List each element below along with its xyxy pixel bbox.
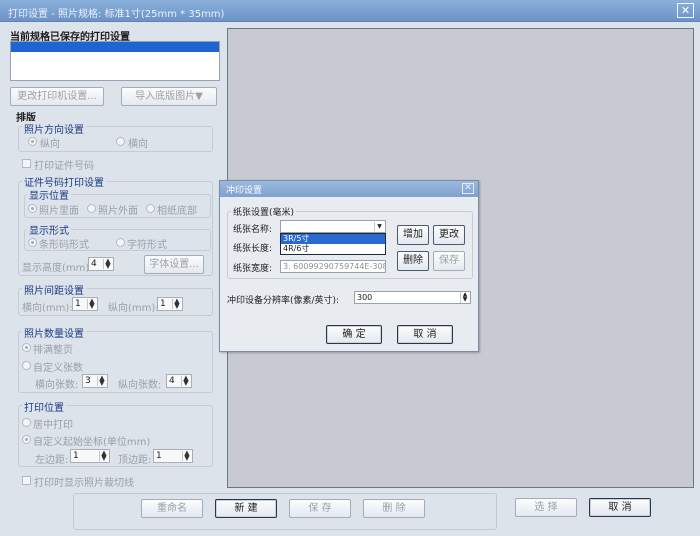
top-margin-stepper[interactable]: 1 ▲ ▼ xyxy=(153,449,193,463)
dialog-cancel-button[interactable]: 取 消 xyxy=(397,325,453,344)
rename-button[interactable]: 重命名 xyxy=(141,499,203,518)
dialog-close-icon[interactable]: ✕ xyxy=(462,183,474,194)
pos-bottom-radio[interactable] xyxy=(146,204,155,213)
custom-count-radio[interactable] xyxy=(22,361,31,370)
stepper-arrows-icon[interactable]: ▲ ▼ xyxy=(87,298,96,310)
import-background-button[interactable]: 导入底版图片▼ xyxy=(121,87,217,106)
change-printer-button[interactable]: 更改打印机设置... xyxy=(10,87,104,106)
fill-page-label: 排满整页 xyxy=(33,345,73,356)
cutline-label: 打印时显示照片裁切线 xyxy=(34,478,134,489)
spacing-h-stepper[interactable]: 1 ▲ ▼ xyxy=(72,297,98,311)
delete-button[interactable]: 删 除 xyxy=(363,499,425,518)
display-height-label: 显示高度(mm): xyxy=(22,263,93,274)
paper-settings-title: 纸张设置(毫米) xyxy=(231,205,297,218)
pos-outside-radio[interactable] xyxy=(87,204,96,213)
print-settings-dialog: 冲印设置 ✕ 纸张设置(毫米) 纸张名称: ▼ 3R/5寸 4R/6寸 纸张长度… xyxy=(219,180,479,352)
left-margin-stepper[interactable]: 1 ▲ ▼ xyxy=(70,449,110,463)
stepper-arrows-icon[interactable]: ▲ ▼ xyxy=(181,375,190,387)
center-print-radio[interactable] xyxy=(22,418,31,427)
window-title: 打印设置 - 照片规格: 标准1寸(25mm * 35mm) xyxy=(8,9,225,20)
landscape-radio[interactable] xyxy=(116,137,125,146)
v-count-stepper[interactable]: 4 ▲ ▼ xyxy=(166,374,192,388)
save-button[interactable]: 保 存 xyxy=(289,499,351,518)
v-count-label: 纵向张数: xyxy=(118,380,162,391)
top-margin-label: 顶边距: xyxy=(118,455,152,466)
close-icon[interactable]: ✕ xyxy=(677,3,694,18)
print-id-label: 打印证件号码 xyxy=(34,161,94,172)
h-count-stepper[interactable]: 3 ▲ ▼ xyxy=(82,374,108,388)
pos-inside-label: 照片里面 xyxy=(39,206,79,217)
top-margin-value: 1 xyxy=(156,451,162,461)
stepper-arrows-icon[interactable]: ▲ ▼ xyxy=(460,292,469,303)
stepper-arrows-icon[interactable]: ▲ ▼ xyxy=(103,258,112,270)
bottom-button-bar xyxy=(73,493,497,530)
left-margin-value: 1 xyxy=(73,451,79,461)
dialog-title-bar: 冲印设置 ✕ xyxy=(220,181,478,197)
portrait-label: 纵向 xyxy=(40,139,60,150)
paper-name-label: 纸张名称: xyxy=(233,225,273,235)
display-height-stepper[interactable]: 4 ▲ ▼ xyxy=(88,257,114,271)
paper-length-label: 纸张长度: xyxy=(233,244,273,254)
display-form-title: 显示形式 xyxy=(27,222,71,237)
dialog-ok-button[interactable]: 确 定 xyxy=(326,325,382,344)
orientation-title: 照片方向设置 xyxy=(22,121,86,136)
form-barcode-radio[interactable] xyxy=(28,238,37,247)
print-id-checkbox[interactable] xyxy=(22,159,31,168)
form-text-radio[interactable] xyxy=(116,238,125,247)
display-position-title: 显示位置 xyxy=(27,187,71,202)
cancel-button[interactable]: 取 消 xyxy=(589,498,651,517)
stepper-arrows-icon[interactable]: ▲ ▼ xyxy=(99,450,108,462)
modify-paper-button[interactable]: 更改 xyxy=(433,225,465,245)
cutline-checkbox[interactable] xyxy=(22,476,31,485)
v-count-value: 4 xyxy=(169,376,175,386)
spacing-v-value: 1 xyxy=(160,299,166,309)
print-position-title: 打印位置 xyxy=(22,399,66,414)
fill-page-radio[interactable] xyxy=(22,343,31,352)
quantity-title: 照片数量设置 xyxy=(22,325,86,340)
left-margin-label: 左边距: xyxy=(35,455,69,466)
landscape-label: 横向 xyxy=(128,139,148,150)
center-print-label: 居中打印 xyxy=(33,420,73,431)
dropdown-option[interactable]: 3R/5寸 xyxy=(281,234,385,244)
pos-inside-radio[interactable] xyxy=(28,204,37,213)
stepper-arrows-icon[interactable]: ▲ ▼ xyxy=(182,450,191,462)
add-paper-button[interactable]: 增加 xyxy=(397,225,429,245)
paper-name-select[interactable]: ▼ xyxy=(280,220,386,233)
display-height-value: 4 xyxy=(91,259,97,269)
resolution-stepper[interactable]: 300 ▲ ▼ xyxy=(354,291,471,304)
spacing-h-value: 1 xyxy=(75,299,81,309)
paper-width-label: 纸张宽度: xyxy=(233,264,273,274)
pos-outside-label: 照片外面 xyxy=(98,206,138,217)
spacing-title: 照片间距设置 xyxy=(22,282,86,297)
resolution-value: 300 xyxy=(357,293,373,302)
custom-origin-radio[interactable] xyxy=(22,435,31,444)
window-title-bar: 打印设置 - 照片规格: 标准1寸(25mm * 35mm) ✕ xyxy=(0,0,700,22)
stepper-arrows-icon[interactable]: ▲ ▼ xyxy=(97,375,106,387)
pos-bottom-label: 相纸底部 xyxy=(157,206,197,217)
form-text-label: 字符形式 xyxy=(127,240,167,251)
select-button[interactable]: 选 择 xyxy=(515,498,577,517)
chevron-down-icon[interactable]: ▼ xyxy=(374,222,384,231)
saved-settings-selected-row[interactable] xyxy=(11,42,219,52)
form-barcode-label: 条形码形式 xyxy=(39,240,89,251)
portrait-radio[interactable] xyxy=(28,137,37,146)
custom-origin-label: 自定义起始坐标(单位mm) xyxy=(33,437,151,448)
font-settings-button[interactable]: 字体设置... xyxy=(144,255,204,274)
saved-settings-list[interactable] xyxy=(10,41,220,81)
delete-paper-button[interactable]: 删除 xyxy=(397,251,429,271)
paper-width-field[interactable]: 3. 60099290759744E-308 xyxy=(280,260,386,273)
resolution-label: 冲印设备分辨率(像素/英寸): xyxy=(227,296,340,306)
h-count-value: 3 xyxy=(85,376,91,386)
custom-count-label: 自定义张数 xyxy=(33,363,83,374)
stepper-arrows-icon[interactable]: ▲ ▼ xyxy=(172,298,181,310)
save-paper-button[interactable]: 保存 xyxy=(433,251,465,271)
h-count-label: 横向张数: xyxy=(35,380,79,391)
spacing-v-label: 纵向(mm): xyxy=(108,303,159,314)
dropdown-option[interactable]: 4R/6寸 xyxy=(281,244,385,254)
dialog-title: 冲印设置 xyxy=(226,186,263,196)
new-button[interactable]: 新 建 xyxy=(215,499,277,518)
spacing-v-stepper[interactable]: 1 ▲ ▼ xyxy=(157,297,183,311)
paper-name-dropdown[interactable]: 3R/5寸 4R/6寸 xyxy=(280,233,386,255)
spacing-h-label: 横向(mm): xyxy=(22,303,73,314)
